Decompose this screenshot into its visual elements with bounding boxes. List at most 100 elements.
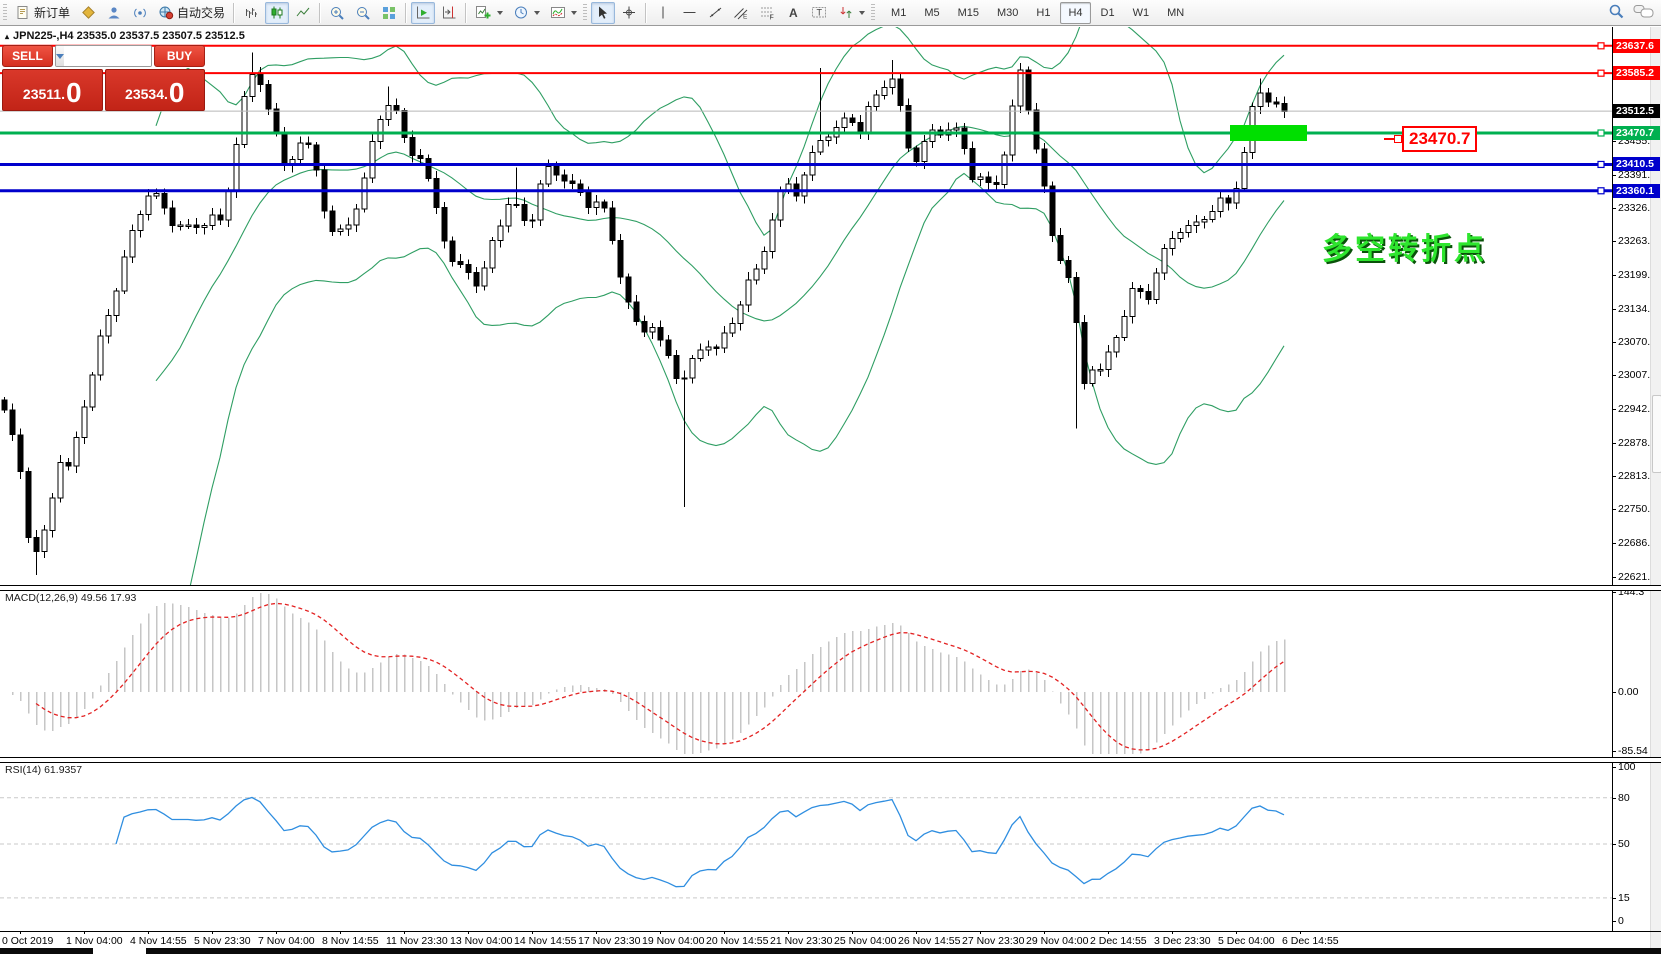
periods-button[interactable] xyxy=(509,2,544,24)
time-axis-label: 3 Dec 23:30 xyxy=(1154,935,1211,947)
time-axis-label: 5 Dec 04:00 xyxy=(1218,935,1275,947)
tile-windows-button[interactable] xyxy=(377,2,401,24)
timeframe-m1[interactable]: M1 xyxy=(883,2,914,24)
signals-icon xyxy=(132,5,148,20)
macd-tick-mark xyxy=(1612,751,1616,752)
horizontal-line-tool[interactable] xyxy=(677,2,701,24)
rsi-tick-label: 50 xyxy=(1618,838,1630,850)
vertical-line-tool[interactable] xyxy=(651,2,675,24)
price-tick-mark xyxy=(1612,543,1616,544)
toolbar: 新订单 自动交易 xyxy=(0,0,1661,26)
search-icon[interactable] xyxy=(1607,2,1625,20)
timeframe-m5[interactable]: M5 xyxy=(916,2,947,24)
toolbar-grip[interactable] xyxy=(583,4,587,22)
text-tool-icon: A xyxy=(786,5,800,20)
trendline-tool[interactable] xyxy=(703,2,727,24)
zoom-in-button[interactable] xyxy=(325,2,349,24)
bar-chart-icon xyxy=(243,5,259,20)
text-label-tool[interactable]: T xyxy=(807,2,832,24)
time-axis-label: 27 Nov 23:30 xyxy=(962,935,1024,947)
line-chart-button[interactable] xyxy=(291,2,315,24)
fibonacci-icon: F xyxy=(759,5,775,20)
price-badge: 23512.5 xyxy=(1613,104,1660,118)
cursor-button[interactable] xyxy=(591,2,615,24)
time-axis-label: 26 Nov 14:55 xyxy=(898,935,960,947)
macd-tick-mark xyxy=(1612,592,1616,593)
candlestick-chart-icon xyxy=(269,5,285,20)
time-axis-label: 20 Nov 14:55 xyxy=(706,935,768,947)
new-chart-button[interactable] xyxy=(471,2,507,24)
main-chart-canvas[interactable] xyxy=(0,27,1612,585)
crosshair-button[interactable] xyxy=(617,2,641,24)
timeframe-m30[interactable]: M30 xyxy=(989,2,1026,24)
candlestick-chart-button[interactable] xyxy=(265,2,289,24)
chart-window[interactable]: ▴ JPN225-,H4 23535.0 23537.5 23507.5 2351… xyxy=(0,27,1661,954)
autotrading-button[interactable]: 自动交易 xyxy=(154,2,229,24)
macd-panel-canvas[interactable] xyxy=(0,589,1612,757)
collapse-panel-arrow[interactable]: ▴ xyxy=(5,32,9,41)
price-tick-mark xyxy=(1612,141,1616,142)
sell-price-display[interactable]: 23511.0 xyxy=(2,69,103,111)
text-label-icon: T xyxy=(811,5,828,20)
auto-scroll-button[interactable] xyxy=(411,2,435,24)
time-axis-label: 29 Nov 04:00 xyxy=(1026,935,1088,947)
chart-shift-icon xyxy=(441,5,457,20)
price-tick-mark xyxy=(1612,342,1616,343)
macd-tick-mark xyxy=(1612,692,1616,693)
toolbar-grip[interactable] xyxy=(871,4,875,22)
chart-text-annotation[interactable]: 多空转折点 xyxy=(1322,224,1487,268)
rsi-tick-label: 0 xyxy=(1618,915,1624,927)
buy-price-display[interactable]: 23534.0 xyxy=(105,69,206,111)
price-badge: 23470.7 xyxy=(1613,126,1660,140)
indicators-button[interactable] xyxy=(546,2,581,24)
toolbar-grip[interactable] xyxy=(3,4,7,22)
chat-icon[interactable] xyxy=(1633,3,1655,19)
timeframe-h4[interactable]: H4 xyxy=(1060,2,1090,24)
rsi-indicator-label: RSI(14) 61.9357 xyxy=(5,764,82,776)
panel-separator-rsi[interactable] xyxy=(0,757,1661,763)
svg-text:F: F xyxy=(770,15,774,21)
volume-stepper xyxy=(55,45,152,67)
volume-input[interactable] xyxy=(64,46,152,66)
timeframe-h1[interactable]: H1 xyxy=(1028,2,1058,24)
history-center-button[interactable] xyxy=(76,2,100,24)
timeframe-d1[interactable]: D1 xyxy=(1093,2,1123,24)
buy-button[interactable]: BUY xyxy=(154,45,205,67)
panel-separator-bottom[interactable] xyxy=(0,931,1661,932)
mt4-window: 新订单 自动交易 xyxy=(0,0,1661,954)
text-tool[interactable]: A xyxy=(781,2,805,24)
signals-button[interactable] xyxy=(128,2,152,24)
scrollbar-thumb[interactable] xyxy=(1652,395,1661,473)
new-order-icon xyxy=(15,5,31,20)
rsi-panel-canvas[interactable] xyxy=(0,761,1612,931)
chart-shift-button[interactable] xyxy=(437,2,461,24)
metaeditor-button[interactable] xyxy=(102,2,126,24)
tile-windows-icon xyxy=(381,5,397,20)
new-order-button[interactable]: 新订单 xyxy=(11,2,74,24)
volume-down-button[interactable] xyxy=(56,46,64,66)
price-tag-label[interactable]: 23470.7 xyxy=(1402,126,1477,152)
equidistant-channel-icon: E xyxy=(733,5,749,20)
price-tag-anchor[interactable] xyxy=(1394,135,1402,143)
fibonacci-tool[interactable]: F xyxy=(755,2,779,24)
timeframe-mn[interactable]: MN xyxy=(1159,2,1192,24)
arrows-caret xyxy=(859,11,865,15)
rsi-tick-label: 15 xyxy=(1618,892,1630,904)
timeframe-w1[interactable]: W1 xyxy=(1125,2,1158,24)
svg-text:E: E xyxy=(743,14,748,21)
sell-button[interactable]: SELL xyxy=(2,45,53,67)
rsi-tick-mark xyxy=(1612,898,1616,899)
arrows-tool[interactable] xyxy=(834,2,869,24)
time-axis-label: 1 Nov 04:00 xyxy=(66,935,123,947)
trendline-icon xyxy=(708,5,723,20)
equidistant-channel-tool[interactable]: E xyxy=(729,2,753,24)
bar-chart-button[interactable] xyxy=(239,2,263,24)
timeframe-m15[interactable]: M15 xyxy=(950,2,987,24)
zoom-out-button[interactable] xyxy=(351,2,375,24)
indicators-caret xyxy=(571,11,577,15)
symbol-info-text: JPN225-,H4 23535.0 23537.5 23507.5 23512… xyxy=(13,30,245,42)
panel-separator-macd[interactable] xyxy=(0,585,1661,591)
time-axis-label: 4 Nov 14:55 xyxy=(130,935,187,947)
metaeditor-icon xyxy=(106,5,122,20)
price-tick-mark xyxy=(1612,476,1616,477)
